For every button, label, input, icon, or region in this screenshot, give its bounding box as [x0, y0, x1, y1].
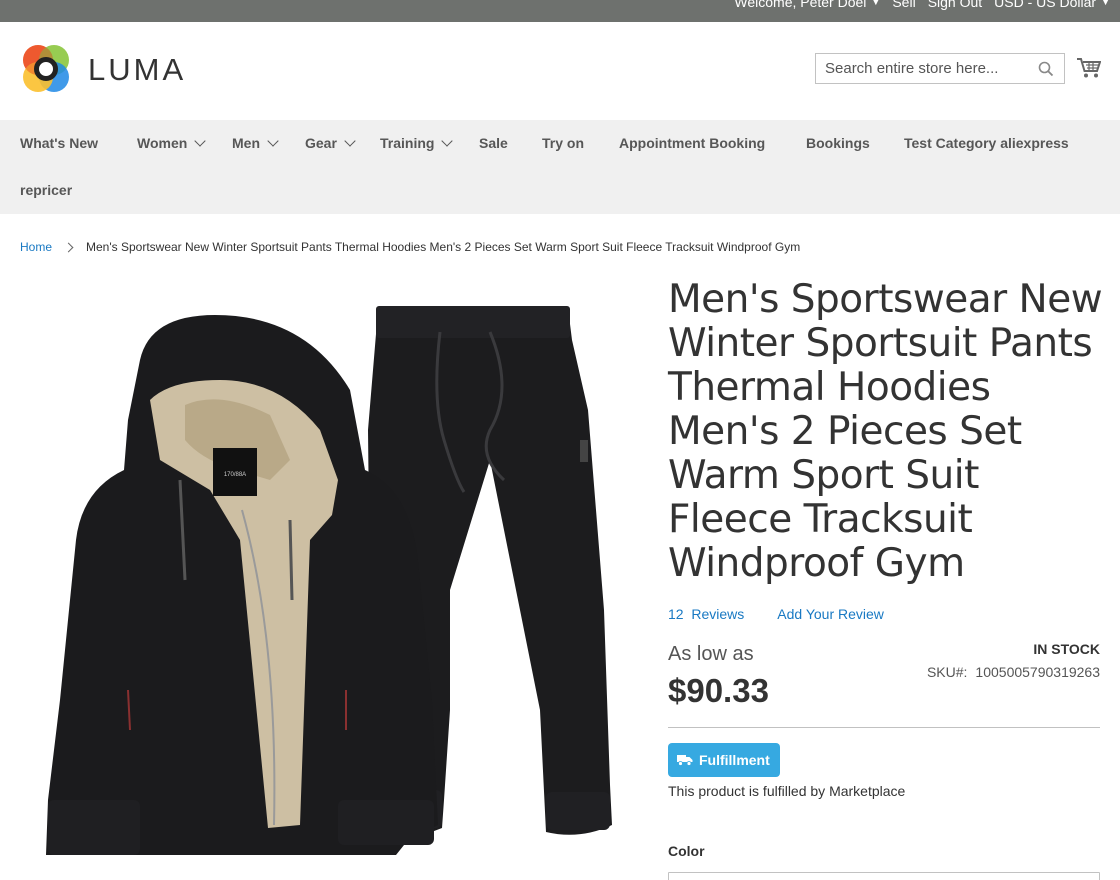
nav-item-test-category-aliexpress[interactable]: Test Category aliexpress	[904, 135, 1069, 151]
nav-item-label: What's New	[20, 135, 99, 151]
currency-text: USD - US Dollar	[994, 0, 1097, 10]
nav-item-label: Sale	[479, 135, 508, 151]
reviews-count: 12	[668, 606, 684, 622]
sku: SKU#: 1005005790319263	[927, 664, 1100, 680]
welcome-text: Welcome, Peter Doel	[734, 0, 867, 10]
breadcrumb: Home Men's Sportswear New Winter Sportsu…	[20, 240, 800, 254]
breadcrumb-current: Men's Sportswear New Winter Sportsuit Pa…	[86, 240, 801, 254]
price-divider	[668, 727, 1100, 728]
stock-status: In stock	[1033, 641, 1100, 657]
chevron-down-icon	[267, 134, 279, 147]
product-price: $90.33	[668, 672, 769, 709]
cart-icon[interactable]	[1077, 57, 1101, 79]
nav-item-women[interactable]: Women	[137, 134, 206, 151]
sell-link[interactable]: Sell	[892, 0, 915, 10]
sku-label: SKU#:	[926, 664, 968, 680]
reviews-link[interactable]: 12 Reviews	[668, 606, 744, 622]
garment-tag: 170/88A	[224, 472, 246, 478]
sign-out-link[interactable]: Sign Out	[928, 0, 982, 10]
header: LUMA	[0, 22, 1120, 120]
nav-item-label: Test Category aliexpress	[904, 135, 1069, 151]
nav-item-label: Try on	[542, 135, 585, 151]
chevron-down-icon: ▼	[871, 0, 881, 7]
nav-item-gear[interactable]: Gear	[305, 134, 356, 151]
chevron-down-icon	[344, 134, 356, 147]
nav-item-label: Women	[137, 135, 188, 151]
product-title: Men's Sportswear New Winter Sportsuit Pa…	[668, 277, 1103, 586]
nav-item-repricer[interactable]: repricer	[20, 182, 72, 198]
chevron-down-icon	[441, 134, 454, 147]
nav-item-whats-new[interactable]: What's New	[20, 135, 98, 151]
chevron-down-icon: ▼	[1101, 0, 1110, 7]
add-review-link[interactable]: Add Your Review	[777, 606, 884, 622]
breadcrumb-home-link[interactable]: Home	[20, 240, 52, 254]
search-input[interactable]	[816, 54, 1026, 83]
main-nav: What's New Women Men Gear Training Sale …	[0, 120, 1120, 214]
search-box	[815, 53, 1065, 84]
nav-item-label: repricer	[20, 182, 73, 198]
top-links: Welcome, Peter Doel ▼ Sell Sign Out USD -…	[734, 0, 1110, 10]
truck-icon	[677, 755, 693, 766]
product-image[interactable]: 170/88A	[20, 280, 640, 880]
color-label: Color	[668, 843, 705, 859]
color-select[interactable]	[668, 872, 1100, 880]
nav-item-bookings[interactable]: Bookings	[806, 135, 870, 151]
search-icon[interactable]	[1038, 61, 1054, 77]
nav-item-label: Gear	[305, 135, 337, 151]
nav-item-appointment-booking[interactable]: Appointment Booking	[619, 135, 765, 151]
chevron-down-icon	[194, 134, 206, 147]
review-links: 12 Reviews Add Your Review	[668, 606, 884, 622]
luma-logo-icon[interactable]	[20, 43, 72, 95]
nav-item-label: Men	[232, 135, 260, 151]
nav-item-men[interactable]: Men	[232, 134, 279, 151]
fulfillment-badge: Fulfillment	[668, 743, 780, 777]
nav-item-sale[interactable]: Sale	[479, 135, 508, 151]
chevron-right-icon	[63, 242, 74, 252]
nav-item-label: Appointment Booking	[619, 135, 766, 151]
nav-item-try-on[interactable]: Try on	[542, 135, 584, 151]
currency-switcher[interactable]: USD - US Dollar ▼	[994, 0, 1110, 10]
logo-text[interactable]: LUMA	[88, 52, 186, 88]
top-panel: Welcome, Peter Doel ▼ Sell Sign Out USD -…	[0, 0, 1120, 22]
reviews-label: Reviews	[691, 606, 745, 622]
nav-item-training[interactable]: Training	[380, 134, 454, 151]
fulfillment-label: Fulfillment	[699, 752, 770, 768]
price-prefix: As low as	[668, 643, 754, 665]
welcome-menu[interactable]: Welcome, Peter Doel ▼	[734, 0, 880, 10]
fulfillment-note: This product is fulfilled by Marketplace	[668, 783, 906, 799]
nav-item-label: Training	[380, 135, 435, 151]
sku-value: 1005005790319263	[975, 664, 1100, 680]
nav-item-label: Bookings	[806, 135, 870, 151]
